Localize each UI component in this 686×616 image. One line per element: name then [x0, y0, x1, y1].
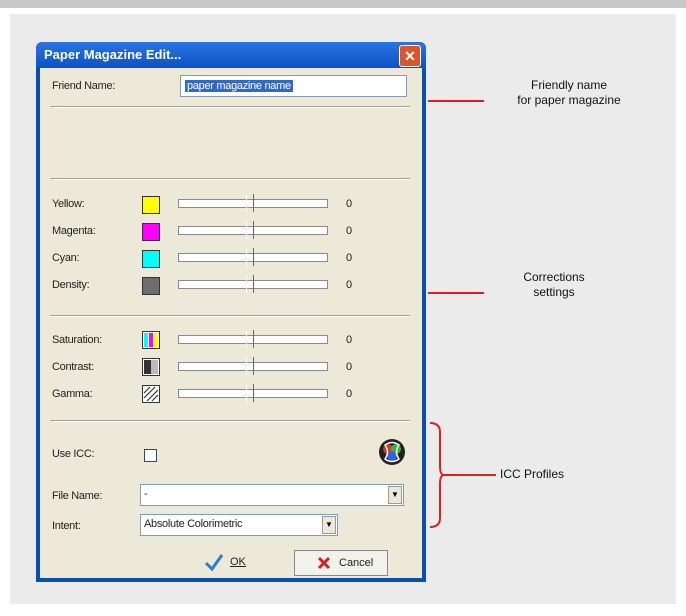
magenta-swatch — [142, 223, 160, 241]
file-name-value: - — [144, 488, 148, 500]
checkmark-icon — [204, 554, 224, 572]
yellow-label: Yellow: — [52, 198, 85, 210]
saturation-icon — [142, 331, 160, 349]
cancel-button[interactable]: Cancel — [294, 550, 388, 576]
annotation-line-icc — [444, 474, 496, 476]
annotation-text: Corrections — [523, 270, 585, 284]
intent-select[interactable]: Absolute Colorimetric ▼ — [140, 514, 338, 536]
cyan-value: 0 — [346, 252, 353, 264]
intent-label: Intent: — [52, 520, 81, 532]
dialog-body: Friend Name: paper magazine name Yellow:… — [40, 68, 422, 578]
cancel-label: Cancel — [339, 557, 374, 569]
contrast-label: Contrast: — [52, 361, 94, 373]
chevron-down-icon[interactable]: ▼ — [388, 486, 402, 504]
annotation-icc-profiles: ICC Profiles — [500, 467, 565, 481]
yellow-value: 0 — [346, 198, 353, 210]
contrast-value: 0 — [346, 361, 353, 373]
top-border — [0, 0, 686, 8]
dialog-title: Paper Magazine Edit... — [44, 47, 182, 62]
magenta-value: 0 — [346, 225, 353, 237]
annotation-text: settings — [533, 285, 575, 299]
divider — [50, 106, 410, 108]
annotation-text: for paper magazine — [517, 93, 621, 107]
annotation-line-friendly-name — [428, 100, 484, 102]
gamma-label: Gamma: — [52, 388, 93, 400]
ok-button[interactable]: OK — [200, 550, 264, 574]
close-button[interactable]: ✕ — [399, 45, 421, 67]
annotation-text: Friendly name — [530, 78, 608, 92]
divider — [50, 315, 410, 317]
friend-name-value: paper magazine name — [185, 80, 293, 92]
contrast-slider-thumb[interactable] — [246, 357, 254, 375]
cyan-label: Cyan: — [52, 252, 80, 264]
paper-magazine-dialog: Paper Magazine Edit... ✕ Friend Name: pa… — [36, 42, 426, 582]
density-value: 0 — [346, 279, 353, 291]
friend-name-input[interactable]: paper magazine name — [180, 75, 407, 97]
friend-name-label: Friend Name: — [52, 80, 116, 92]
file-name-label: File Name: — [52, 490, 103, 502]
icc-color-icon — [379, 439, 405, 465]
cyan-swatch — [142, 250, 160, 268]
file-name-combo[interactable]: - ▼ — [140, 484, 404, 506]
density-label: Density: — [52, 279, 90, 291]
yellow-slider-thumb[interactable] — [246, 194, 254, 212]
gamma-value: 0 — [346, 388, 353, 400]
annotation-line-corrections — [428, 292, 484, 294]
icc-bracket — [429, 422, 445, 528]
cancel-x-icon — [317, 556, 331, 570]
density-swatch — [142, 277, 160, 295]
chevron-down-icon[interactable]: ▼ — [322, 516, 336, 534]
annotation-friendly-name: Friendly name for paper magazine — [494, 78, 644, 108]
saturation-label: Saturation: — [52, 334, 102, 346]
intent-value: Absolute Colorimetric — [144, 518, 243, 530]
divider — [50, 178, 410, 180]
density-slider-thumb[interactable] — [246, 275, 254, 293]
ok-label: OK — [230, 556, 246, 568]
saturation-slider-thumb[interactable] — [246, 330, 254, 348]
gamma-icon — [142, 385, 160, 403]
use-icc-label: Use ICC: — [52, 448, 95, 460]
saturation-value: 0 — [346, 334, 353, 346]
magenta-label: Magenta: — [52, 225, 96, 237]
cyan-slider-thumb[interactable] — [246, 248, 254, 266]
gamma-slider-thumb[interactable] — [246, 384, 254, 402]
annotation-corrections: Corrections settings — [494, 270, 614, 300]
title-bar[interactable]: Paper Magazine Edit... ✕ — [36, 42, 426, 68]
yellow-swatch — [142, 196, 160, 214]
magenta-slider-thumb[interactable] — [246, 221, 254, 239]
divider — [50, 420, 410, 422]
use-icc-checkbox[interactable] — [144, 449, 157, 462]
contrast-icon — [142, 358, 160, 376]
